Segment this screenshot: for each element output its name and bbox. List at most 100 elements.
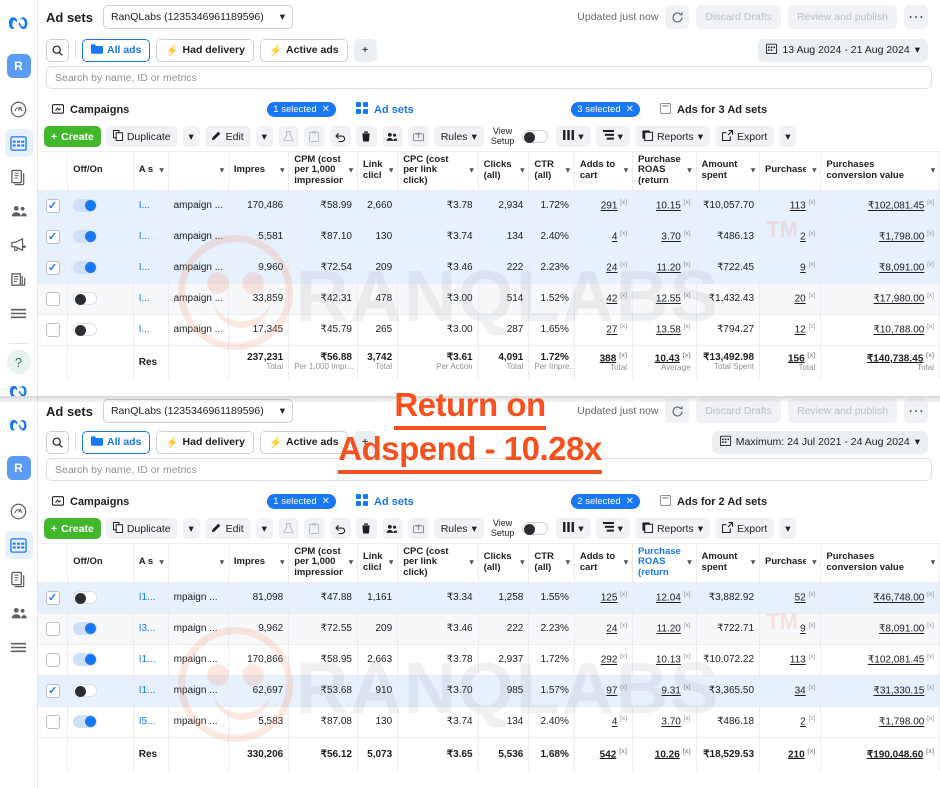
table-row[interactable]: ✓I...ampaign ...170,486₹58.992,660₹3.782…	[38, 190, 940, 221]
cell-adds_to_cart[interactable]: 97 [x]	[574, 675, 632, 706]
cell-roas[interactable]: 12.55 [x]	[633, 283, 696, 314]
rules-button[interactable]: Rules▾	[434, 518, 484, 539]
close-icon[interactable]: ✕	[626, 496, 634, 507]
filter-had-delivery[interactable]: ⚡ Had delivery	[156, 39, 254, 62]
ad-set-id-link[interactable]: I1...	[139, 654, 156, 665]
tab-campaigns[interactable]: Campaigns 1 selected ✕	[44, 97, 344, 122]
ad-set-id-cell[interactable]: I3...	[133, 613, 168, 644]
chevron-down-icon[interactable]: ▾	[751, 166, 755, 175]
cell-purchase[interactable]: 2 [x]	[760, 221, 821, 252]
ad-set-id-link[interactable]: I...	[139, 262, 150, 273]
column-header-ctr[interactable]: CTR (all)▾	[529, 544, 574, 582]
ab-test-icon[interactable]	[278, 518, 299, 539]
chevron-down-icon[interactable]: ▾	[160, 166, 164, 175]
row-toggle-cell[interactable]	[68, 190, 134, 221]
ad-set-id-link[interactable]: I1...	[139, 592, 156, 603]
off-on-toggle[interactable]	[73, 199, 97, 212]
undo-icon[interactable]	[330, 126, 351, 147]
audience-icon[interactable]	[382, 518, 403, 539]
row-checkbox[interactable]	[46, 323, 60, 337]
edit-dropdown[interactable]: ▾	[256, 126, 273, 147]
column-header-cpc[interactable]: CPC (cost per link click)▾	[398, 152, 478, 190]
column-header-purchase[interactable]: Purchase▾	[760, 152, 821, 190]
column-header-select[interactable]	[38, 544, 68, 582]
cell-purchase[interactable]: 113 [x]	[760, 644, 821, 675]
cell-conv_value[interactable]: ₹102,081.45 [x]	[821, 644, 940, 675]
audiences-icon[interactable]	[5, 197, 33, 225]
cell-roas[interactable]: 12.04 [x]	[633, 582, 696, 613]
account-selector[interactable]: RanQLabs (1235346961189596) ▾	[103, 399, 293, 423]
table-row[interactable]: I3...mpaign ...9,962₹72.55209₹3.462222.2…	[38, 613, 940, 644]
tab-campaigns[interactable]: Campaigns 1 selected ✕	[44, 489, 344, 514]
cell-purchase[interactable]: 34 [x]	[760, 675, 821, 706]
refresh-icon[interactable]	[665, 399, 689, 423]
chevron-down-icon[interactable]: ▾	[812, 166, 816, 175]
billing-icon[interactable]	[5, 265, 33, 293]
cell-roas[interactable]: 9.31 [x]	[633, 675, 696, 706]
columns-button[interactable]: ▾	[556, 518, 590, 539]
chevron-down-icon[interactable]: ▾	[751, 558, 755, 567]
export-button[interactable]: Export	[715, 126, 774, 147]
chevron-down-icon[interactable]: ▾	[220, 166, 224, 175]
cell-conv_value[interactable]: ₹46,748.00 [x]	[821, 582, 940, 613]
cell-purchase[interactable]: 113 [x]	[760, 190, 821, 221]
breakdown-button[interactable]: ▾	[596, 126, 630, 147]
table-row[interactable]: ✓I...ampaign ...5,581₹87.10130₹3.741342.…	[38, 221, 940, 252]
cell-adds_to_cart[interactable]: 4 [x]	[574, 706, 632, 737]
table-row[interactable]: I1...mpaign ...170,866₹58.952,663₹3.782,…	[38, 644, 940, 675]
cell-conv_value[interactable]: ₹102,081.45 [x]	[821, 190, 940, 221]
all-tools-icon[interactable]	[5, 633, 33, 661]
column-header-spent[interactable]: Amount spent▾	[696, 152, 759, 190]
cell-roas[interactable]: 11.20 [x]	[633, 252, 696, 283]
row-checkbox-cell[interactable]: ✓	[38, 582, 68, 613]
column-header-adname[interactable]: A s▾	[133, 152, 168, 190]
table-row[interactable]: I...ampaign ...33,859₹42.31478₹3.005141.…	[38, 283, 940, 314]
chevron-down-icon[interactable]: ▾	[220, 558, 224, 567]
all-tools-icon[interactable]	[5, 299, 33, 327]
cell-conv_value[interactable]: ₹31,330.15 [x]	[821, 675, 940, 706]
share-icon[interactable]	[408, 518, 429, 539]
column-header-blank[interactable]: ▾	[168, 152, 228, 190]
cell-roas[interactable]: 11.20 [x]	[633, 613, 696, 644]
audiences-icon[interactable]	[5, 599, 33, 627]
ad-set-id-link[interactable]: I...	[139, 324, 150, 335]
filter-had-delivery[interactable]: ⚡ Had delivery	[156, 431, 254, 454]
cell-roas[interactable]: 3.70 [x]	[633, 706, 696, 737]
table-row[interactable]: I...ampaign ...17,345₹45.79265₹3.002871.…	[38, 314, 940, 345]
column-header-adds_to_cart[interactable]: Adds to cart▾	[574, 152, 632, 190]
column-header-cpc[interactable]: CPC (cost per link click)▾	[398, 544, 478, 582]
export-button[interactable]: Export	[715, 518, 774, 539]
view-setup-toggle[interactable]	[522, 130, 548, 143]
columns-button[interactable]: ▾	[556, 126, 590, 147]
row-checkbox-cell[interactable]: ✓	[38, 221, 68, 252]
account-selector[interactable]: RanQLabs (1235346961189596) ▾	[103, 5, 293, 29]
tab-adsets[interactable]: Ad sets 2 selected ✕	[348, 489, 648, 514]
ad-set-id-cell[interactable]: I...	[133, 252, 168, 283]
filter-active-ads[interactable]: ⚡ Active ads	[260, 39, 348, 62]
duplicate-button[interactable]: Duplicate	[106, 518, 178, 539]
row-checkbox[interactable]	[46, 653, 60, 667]
performance-gauge-icon[interactable]	[5, 497, 33, 525]
row-checkbox-cell[interactable]	[38, 613, 68, 644]
off-on-toggle[interactable]	[73, 591, 97, 604]
discard-drafts-button[interactable]: Discard Drafts	[696, 399, 781, 423]
edit-dropdown[interactable]: ▾	[256, 518, 273, 539]
row-checkbox-cell[interactable]	[38, 644, 68, 675]
cell-purchase[interactable]: 2 [x]	[760, 706, 821, 737]
chevron-down-icon[interactable]: ▾	[470, 558, 474, 567]
search-input[interactable]: Search by name, ID or metrics	[46, 66, 932, 89]
cell-roas[interactable]: 13.58 [x]	[633, 314, 696, 345]
date-range-picker[interactable]: 13 Aug 2024 - 21 Aug 2024 ▾	[758, 39, 928, 62]
row-checkbox[interactable]	[46, 715, 60, 729]
close-icon[interactable]: ✕	[322, 496, 330, 507]
share-icon[interactable]	[408, 126, 429, 147]
help-icon[interactable]: ?	[7, 350, 31, 374]
row-checkbox-cell[interactable]: ✓	[38, 675, 68, 706]
undo-icon[interactable]	[330, 518, 351, 539]
row-checkbox-cell[interactable]	[38, 706, 68, 737]
ad-set-id-link[interactable]: I...	[139, 231, 150, 242]
ad-set-id-link[interactable]: I3...	[139, 623, 156, 634]
filter-active-ads[interactable]: ⚡ Active ads	[260, 431, 348, 454]
close-icon[interactable]: ✕	[322, 104, 330, 115]
column-header-clicks[interactable]: Clicks (all)▾	[478, 544, 529, 582]
